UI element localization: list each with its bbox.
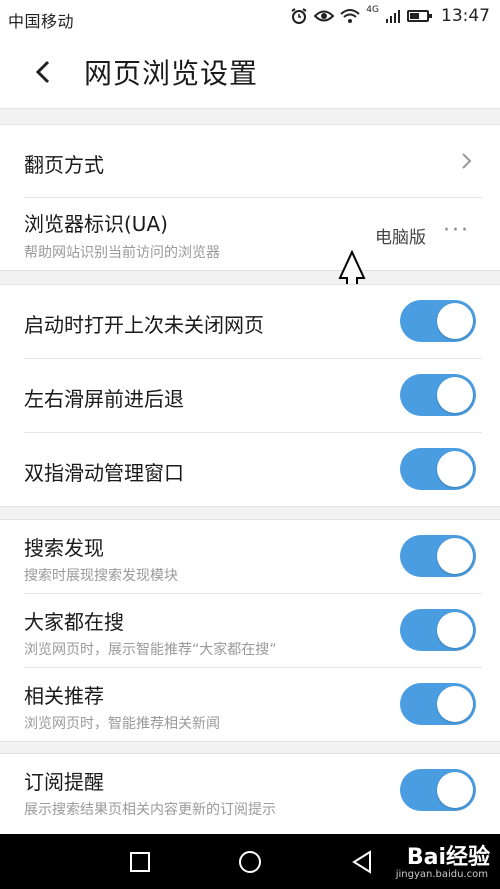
swipe-toggle[interactable] xyxy=(400,374,476,416)
setting-label: 左右滑屏前进后退 xyxy=(24,387,184,411)
wifi-icon xyxy=(340,9,360,23)
toggle-knob xyxy=(437,538,473,574)
toggle-knob xyxy=(437,612,473,648)
setting-related[interactable]: 相关推荐 浏览网页时，智能推荐相关新闻 xyxy=(24,668,482,741)
app-header: 网页浏览设置 xyxy=(0,36,500,109)
setting-description: 浏览网页时，展示智能推荐“大家都在搜” xyxy=(24,642,277,658)
settings-group-search: 搜索发现 搜索时展现搜索发现模块 大家都在搜 浏览网页时，展示智能推荐“大家都在… xyxy=(0,519,500,742)
system-nav-bar: Bai经验 jingyan.baidu.com xyxy=(0,834,500,889)
setting-page-turn[interactable]: 翻页方式 xyxy=(24,125,482,198)
status-bar: 中国移动 4G 13:47 xyxy=(0,0,500,36)
back-triangle-icon[interactable] xyxy=(350,850,374,874)
setting-description: 浏览网页时，智能推荐相关新闻 xyxy=(24,716,220,732)
status-icons: 4G 13:47 xyxy=(290,5,490,26)
toggle-knob xyxy=(437,686,473,722)
everyone-search-toggle[interactable] xyxy=(400,609,476,651)
back-icon[interactable] xyxy=(28,50,58,94)
setting-label: 双指滑动管理窗口 xyxy=(24,461,184,485)
setting-label: 搜索发现 xyxy=(24,536,104,560)
page-title: 网页浏览设置 xyxy=(84,57,259,90)
eye-icon xyxy=(314,10,335,22)
related-toggle[interactable] xyxy=(400,683,476,725)
setting-swipe-nav[interactable]: 左右滑屏前进后退 xyxy=(24,359,482,433)
setting-description: 展示搜索结果页相关内容更新的订阅提示 xyxy=(24,802,276,818)
signal-icon xyxy=(386,10,400,23)
setting-label: 启动时打开上次未关闭网页 xyxy=(24,313,264,337)
setting-everyone-search[interactable]: 大家都在搜 浏览网页时，展示智能推荐“大家都在搜” xyxy=(24,594,482,668)
restore-toggle[interactable] xyxy=(400,300,476,342)
toggle-knob xyxy=(437,451,473,487)
watermark-url: jingyan.baidu.com xyxy=(395,869,488,880)
ua-value: 电脑版 xyxy=(375,228,426,248)
clock: 13:47 xyxy=(441,6,490,26)
home-circle-icon[interactable] xyxy=(238,850,262,874)
setting-restore-tabs[interactable]: 启动时打开上次未关闭网页 xyxy=(24,285,482,359)
settings-group-general: 翻页方式 浏览器标识(UA) 帮助网站识别当前访问的浏览器 电脑版 ··· xyxy=(0,124,500,271)
setting-label: 浏览器标识(UA) xyxy=(24,212,168,236)
setting-two-finger[interactable]: 双指滑动管理窗口 xyxy=(24,433,482,506)
setting-description: 帮助网站识别当前访问的浏览器 xyxy=(24,245,220,261)
settings-group-navigation: 启动时打开上次未关闭网页 左右滑屏前进后退 双指滑动管理窗口 xyxy=(0,284,500,507)
more-icon[interactable]: ··· xyxy=(443,218,470,243)
settings-group-subscribe: 订阅提醒 展示搜索结果页相关内容更新的订阅提示 xyxy=(0,753,500,836)
recents-square-icon[interactable] xyxy=(128,850,152,874)
chevron-right-icon xyxy=(462,153,472,169)
setting-label: 大家都在搜 xyxy=(24,610,124,634)
setting-subscribe[interactable]: 订阅提醒 展示搜索结果页相关内容更新的订阅提示 xyxy=(24,754,482,827)
toggle-knob xyxy=(437,377,473,413)
setting-label: 订阅提醒 xyxy=(24,770,104,794)
subscribe-toggle[interactable] xyxy=(400,769,476,811)
alarm-icon xyxy=(291,8,307,24)
setting-description: 搜索时展现搜索发现模块 xyxy=(24,568,178,584)
watermark-text: Bai经验 xyxy=(406,845,490,870)
carrier-label: 中国移动 xyxy=(8,12,75,31)
toggle-knob xyxy=(437,772,473,808)
setting-ua[interactable]: 浏览器标识(UA) 帮助网站识别当前访问的浏览器 电脑版 ··· xyxy=(24,198,482,270)
setting-label: 相关推荐 xyxy=(24,684,104,708)
two-finger-toggle[interactable] xyxy=(400,448,476,490)
setting-label: 翻页方式 xyxy=(24,153,104,177)
search-discover-toggle[interactable] xyxy=(400,535,476,577)
network-type: 4G xyxy=(366,5,379,15)
battery-icon xyxy=(407,10,432,22)
baidu-jingyan-watermark: Bai经验 jingyan.baidu.com xyxy=(396,839,490,880)
toggle-knob xyxy=(437,303,473,339)
setting-search-discover[interactable]: 搜索发现 搜索时展现搜索发现模块 xyxy=(24,520,482,594)
